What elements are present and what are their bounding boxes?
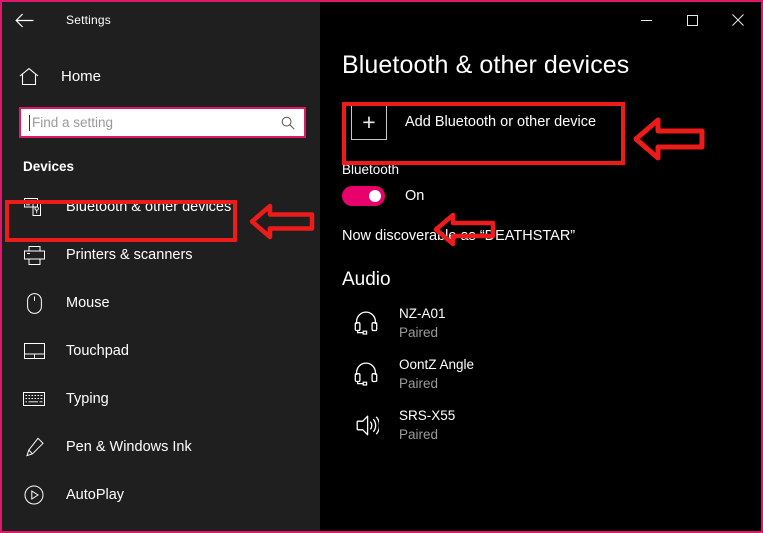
device-text: NZ-A01 Paired [399, 305, 446, 341]
back-arrow-icon [14, 13, 33, 27]
sidebar-item-label: AutoPlay [66, 487, 125, 503]
search-icon[interactable] [281, 116, 295, 130]
search-input[interactable] [30, 115, 281, 130]
headset-icon [351, 309, 381, 339]
sidebar-item-label: Printers & scanners [66, 247, 193, 263]
device-text: OontZ Angle Paired [399, 356, 474, 392]
sidebar-item-label: Mouse [66, 295, 110, 311]
device-name: SRS-X55 [399, 408, 456, 424]
bluetooth-devices-icon [23, 196, 45, 218]
minimize-icon [640, 19, 652, 21]
headset-icon [351, 360, 381, 390]
minimize-button[interactable] [623, 4, 669, 36]
add-bluetooth-or-other-device-button[interactable]: + Add Bluetooth or other device [342, 95, 620, 149]
home-icon [19, 67, 39, 85]
sidebar-item-autoplay[interactable]: AutoPlay [2, 471, 320, 519]
page-title: Bluetooth & other devices [342, 51, 630, 79]
sidebar-nav-list: Bluetooth & other devices Printers & sca… [2, 183, 320, 519]
sidebar-item-mouse[interactable]: Mouse [2, 279, 320, 327]
mouse-icon [23, 292, 45, 314]
sidebar-item-label: Typing [66, 391, 109, 407]
list-item[interactable]: SRS-X55 Paired [342, 400, 761, 451]
settings-window: Settings Home Find a setting Devices Blu… [0, 0, 763, 533]
search-box[interactable] [19, 107, 306, 138]
title-bar-left: Settings [2, 2, 320, 38]
autoplay-icon [23, 484, 45, 506]
device-name: NZ-A01 [399, 306, 446, 322]
bluetooth-section-label: Bluetooth [342, 162, 400, 177]
device-status: Paired [399, 426, 439, 442]
device-status: Paired [399, 375, 439, 391]
discoverable-text: Now discoverable as “DEATHSTAR” [342, 228, 576, 244]
close-icon [732, 14, 744, 26]
toggle-knob [369, 190, 381, 202]
sidebar-home-label: Home [61, 67, 102, 85]
audio-device-list: NZ-A01 Paired OontZ Angle Paired SRS-X55… [342, 298, 761, 451]
sidebar-item-pen-windows-ink[interactable]: Pen & Windows Ink [2, 423, 320, 471]
main-panel: Bluetooth & other devices + Add Bluetoot… [320, 38, 761, 531]
sidebar-item-typing[interactable]: Typing [2, 375, 320, 423]
device-name: OontZ Angle [399, 357, 475, 373]
device-status: Paired [399, 324, 439, 340]
window-controls [320, 2, 761, 38]
keyboard-icon [23, 388, 45, 410]
sidebar-item-label: Bluetooth & other devices [66, 199, 232, 215]
device-text: SRS-X55 Paired [399, 407, 455, 443]
bluetooth-toggle[interactable] [342, 186, 385, 206]
title-bar: Settings [2, 2, 761, 38]
list-item[interactable]: NZ-A01 Paired [342, 298, 761, 349]
sidebar-item-printers-scanners[interactable]: Printers & scanners [2, 231, 320, 279]
close-button[interactable] [715, 4, 761, 36]
window-title: Settings [66, 13, 111, 27]
sidebar-section-title: Devices [23, 159, 75, 174]
sidebar-item-label: Touchpad [66, 343, 129, 359]
sidebar-item-touchpad[interactable]: Touchpad [2, 327, 320, 375]
pen-icon [23, 436, 45, 458]
bluetooth-toggle-state: On [405, 188, 425, 204]
plus-icon: + [351, 104, 387, 140]
maximize-icon [686, 14, 698, 26]
speaker-icon [351, 411, 381, 441]
sidebar-item-bluetooth-other-devices[interactable]: Bluetooth & other devices [2, 183, 320, 231]
printer-icon [23, 244, 45, 266]
sidebar-item-label: Pen & Windows Ink [66, 439, 192, 455]
audio-group-title: Audio [342, 269, 391, 290]
add-device-label: Add Bluetooth or other device [405, 114, 597, 130]
maximize-button[interactable] [669, 4, 715, 36]
bluetooth-toggle-row: On [342, 186, 761, 206]
list-item[interactable]: OontZ Angle Paired [342, 349, 761, 400]
back-button[interactable] [2, 4, 46, 36]
sidebar: Home Devices [2, 38, 320, 531]
sidebar-item-home[interactable]: Home [2, 56, 320, 96]
touchpad-icon [23, 340, 45, 362]
